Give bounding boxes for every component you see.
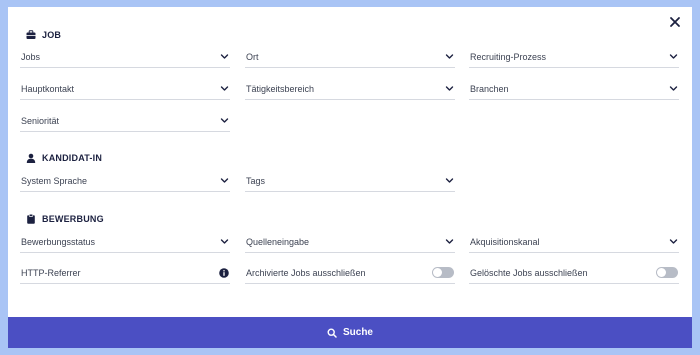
section-title-job: JOB	[26, 30, 61, 40]
close-icon[interactable]	[668, 15, 682, 29]
exclude-deleted-jobs-toggle[interactable]	[656, 267, 678, 278]
system-language-dropdown[interactable]: System Sprache	[20, 174, 230, 192]
activity-area-label: Tätigkeitsbereich	[246, 83, 315, 94]
chevron-down-icon	[220, 116, 229, 125]
main-contact-label: Hauptkontakt	[21, 83, 75, 94]
exclude-archived-jobs-toggle[interactable]	[432, 267, 454, 278]
filter-panel: JOB Jobs Ort Recruiting-Prozess Hauptkon…	[8, 7, 692, 348]
acquisition-channel-dropdown[interactable]: Akquisitionskanal	[469, 235, 679, 253]
search-button-label: Suche	[342, 327, 373, 338]
search-button[interactable]: Suche	[8, 317, 692, 348]
chevron-down-icon	[445, 237, 454, 246]
chevron-down-icon	[445, 52, 454, 61]
system-language-label: System Sprache	[21, 175, 88, 186]
activity-area-dropdown[interactable]: Tätigkeitsbereich	[245, 82, 455, 100]
section-title-label: KANDIDAT-IN	[42, 153, 103, 163]
application-status-dropdown[interactable]: Bewerbungsstatus	[20, 235, 230, 253]
chevron-down-icon	[669, 237, 678, 246]
chevron-down-icon	[669, 84, 678, 93]
user-icon	[26, 153, 36, 163]
exclude-archived-jobs-label: Archivierte Jobs ausschließen	[246, 267, 366, 278]
info-icon[interactable]	[219, 267, 229, 278]
recruiting-process-label: Recruiting-Prozess	[470, 51, 547, 62]
source-input-label: Quelleneingabe	[246, 236, 310, 247]
jobs-label: Jobs	[21, 51, 41, 62]
recruiting-process-dropdown[interactable]: Recruiting-Prozess	[469, 50, 679, 68]
industries-dropdown[interactable]: Branchen	[469, 82, 679, 100]
jobs-dropdown[interactable]: Jobs	[20, 50, 230, 68]
chevron-down-icon	[220, 84, 229, 93]
section-title-application: BEWERBUNG	[26, 214, 104, 224]
chevron-down-icon	[445, 84, 454, 93]
chevron-down-icon	[669, 52, 678, 61]
industries-label: Branchen	[470, 83, 509, 94]
seniority-label: Seniorität	[21, 115, 60, 126]
chevron-down-icon	[445, 176, 454, 185]
ort-label: Ort	[246, 51, 259, 62]
tags-dropdown[interactable]: Tags	[245, 174, 455, 192]
tags-label: Tags	[246, 175, 266, 186]
exclude-deleted-jobs-label: Gelöschte Jobs ausschließen	[470, 267, 588, 278]
http-referrer-label: HTTP-Referrer	[21, 267, 81, 278]
ort-dropdown[interactable]: Ort	[245, 50, 455, 68]
http-referrer-field[interactable]: HTTP-Referrer	[20, 266, 230, 284]
section-title-label: JOB	[42, 30, 62, 40]
exclude-deleted-jobs-row: Gelöschte Jobs ausschließen	[469, 266, 679, 284]
chevron-down-icon	[220, 52, 229, 61]
exclude-archived-jobs-row: Archivierte Jobs ausschließen	[245, 266, 455, 284]
acquisition-channel-label: Akquisitionskanal	[470, 236, 540, 247]
chevron-down-icon	[220, 237, 229, 246]
search-icon	[327, 327, 337, 338]
chevron-down-icon	[220, 176, 229, 185]
section-title-candidate: KANDIDAT-IN	[26, 153, 102, 163]
seniority-dropdown[interactable]: Seniorität	[20, 114, 230, 132]
clipboard-icon	[26, 214, 36, 224]
briefcase-icon	[26, 30, 36, 40]
section-title-label: BEWERBUNG	[42, 214, 104, 224]
source-input-dropdown[interactable]: Quelleneingabe	[245, 235, 455, 253]
main-contact-dropdown[interactable]: Hauptkontakt	[20, 82, 230, 100]
application-status-label: Bewerbungsstatus	[21, 236, 96, 247]
